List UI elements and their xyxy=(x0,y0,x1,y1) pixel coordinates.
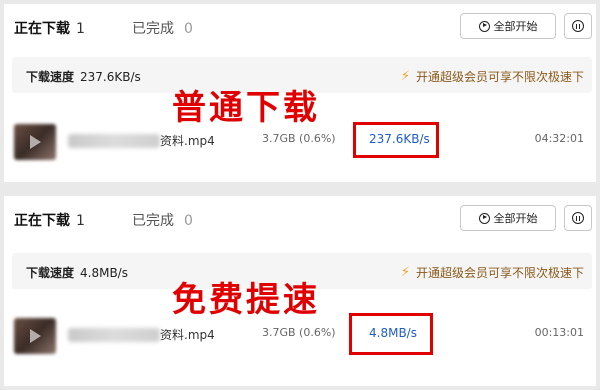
vip-promo-link[interactable]: ⚡ 开通超级会员可享不限次极速下 xyxy=(401,68,584,85)
tab-downloading-count: 1 xyxy=(76,213,85,229)
tab-downloading-label: 正在下载 xyxy=(14,213,70,229)
download-speed-label: 下载速度 4.8MB/s xyxy=(26,264,128,281)
lightning-icon: ⚡ xyxy=(400,265,410,280)
blurred-file-name xyxy=(68,134,160,148)
pause-circle-icon xyxy=(572,212,584,224)
tab-downloading[interactable]: 正在下载 1 xyxy=(14,18,85,38)
start-all-button[interactable]: 全部开始 xyxy=(460,13,556,39)
download-list-item[interactable]: 资料.mp4 3.7GB (0.6%) 237.6KB/s 04:32:01 xyxy=(4,112,596,172)
video-play-icon xyxy=(30,329,41,343)
download-list-item[interactable]: 资料.mp4 3.7GB (0.6%) 4.8MB/s 00:13:01 xyxy=(4,306,596,366)
tab-completed[interactable]: 已完成 0 xyxy=(132,210,193,230)
tab-bar: 正在下载 1 已完成 0 全部开始 xyxy=(4,4,596,48)
pause-all-button[interactable] xyxy=(564,13,592,39)
file-name: 资料.mp4 xyxy=(160,134,215,148)
speed-label-text: 下载速度 xyxy=(26,266,75,280)
speed-highlight-box xyxy=(349,313,433,355)
tab-completed-label: 已完成 xyxy=(132,21,174,37)
play-circle-icon xyxy=(478,20,490,32)
tab-downloading-count: 1 xyxy=(76,21,85,37)
play-circle-icon xyxy=(478,212,490,224)
tab-bar: 正在下载 1 已完成 0 全部开始 xyxy=(4,196,596,240)
video-play-icon xyxy=(30,135,41,149)
tab-completed-label: 已完成 xyxy=(132,213,174,229)
promo-text: 开通超级会员可享不限次极速下 xyxy=(415,70,584,84)
tab-completed-count: 0 xyxy=(184,21,193,37)
vip-promo-link[interactable]: ⚡ 开通超级会员可享不限次极速下 xyxy=(401,264,584,281)
download-speed-label: 下载速度 237.6KB/s xyxy=(26,68,141,85)
tab-completed-count: 0 xyxy=(184,213,193,229)
start-all-button[interactable]: 全部开始 xyxy=(460,205,556,231)
file-time-remaining: 00:13:01 xyxy=(534,326,584,339)
download-speed-value: 237.6KB/s xyxy=(80,70,141,84)
promo-text: 开通超级会员可享不限次极速下 xyxy=(415,266,584,280)
tab-completed[interactable]: 已完成 0 xyxy=(132,18,193,38)
file-time-remaining: 04:32:01 xyxy=(534,132,584,145)
tab-downloading[interactable]: 正在下载 1 xyxy=(14,210,85,230)
tab-downloading-label: 正在下载 xyxy=(14,21,70,37)
start-all-label: 全部开始 xyxy=(493,20,538,33)
speed-highlight-box xyxy=(353,122,439,158)
pause-circle-icon xyxy=(572,20,584,32)
speed-label-text: 下载速度 xyxy=(26,70,75,84)
file-name: 资料.mp4 xyxy=(160,328,215,342)
pause-all-button[interactable] xyxy=(564,205,592,231)
file-size-progress: 3.7GB (0.6%) xyxy=(262,132,336,145)
file-size-progress: 3.7GB (0.6%) xyxy=(262,326,336,339)
start-all-label: 全部开始 xyxy=(493,212,538,225)
lightning-icon: ⚡ xyxy=(400,69,410,84)
download-speed-value: 4.8MB/s xyxy=(80,266,128,280)
download-panel-normal: 正在下载 1 已完成 0 全部开始 下载速度 237.6KB/s ⚡ 开通超级会员可享… xyxy=(4,4,596,182)
download-panel-boost: 正在下载 1 已完成 0 全部开始 下载速度 4.8MB/s ⚡ 开通超级会员可享不限… xyxy=(4,196,596,386)
blurred-file-name xyxy=(68,328,160,342)
